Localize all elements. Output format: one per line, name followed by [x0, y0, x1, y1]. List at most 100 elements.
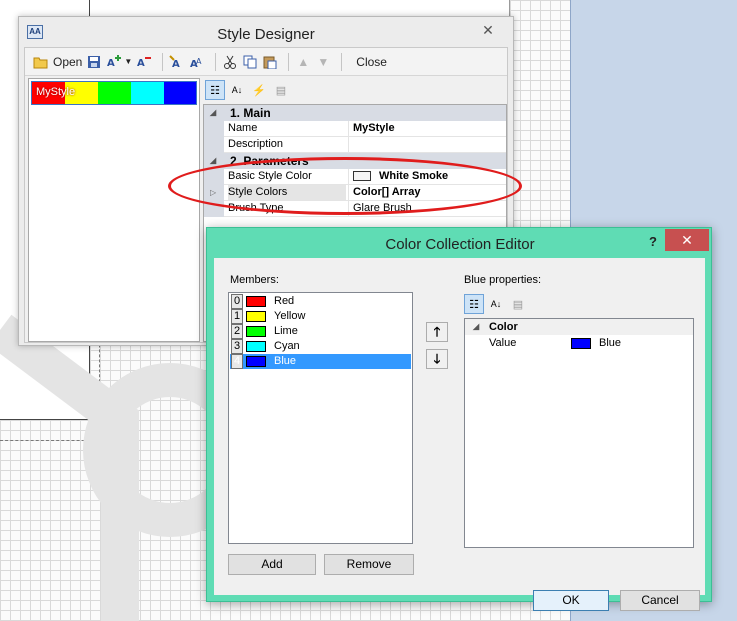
- member-color-swatch: [246, 296, 266, 307]
- watermark-logo: [0, 314, 230, 621]
- property-pages-button[interactable]: ▤: [271, 80, 291, 100]
- property-grid-toolbar: ☷ A↓ ⚡ ▤: [203, 78, 507, 102]
- close-icon[interactable]: ✕: [665, 229, 709, 251]
- move-up-button[interactable]: 🡑: [426, 322, 448, 342]
- property-row-description[interactable]: Description: [204, 137, 506, 153]
- style-list-item[interactable]: MyStyle: [31, 81, 197, 105]
- style-wizard-button[interactable]: A: [169, 51, 185, 73]
- svg-text:A: A: [107, 58, 115, 69]
- member-index: 3: [231, 339, 243, 354]
- row-gutter: [204, 121, 224, 137]
- dialog-client: Members: 0 Red 1 Yellow 2 Lime 3 Cyan 4 …: [214, 258, 705, 611]
- property-value[interactable]: [348, 137, 506, 153]
- member-name: Blue: [274, 355, 297, 367]
- remove-style-button[interactable]: A: [136, 51, 152, 73]
- open-button[interactable]: Open: [33, 51, 82, 73]
- help-icon[interactable]: ?: [643, 232, 663, 252]
- chevron-down-icon: ▼: [124, 57, 133, 66]
- move-up-toolbar-button[interactable]: ▲: [295, 51, 311, 73]
- arrow-up-icon: 🡑: [433, 324, 441, 339]
- property-row-value[interactable]: Value Blue: [465, 335, 693, 351]
- property-pages-icon: ▤: [512, 298, 524, 311]
- cancel-button[interactable]: Cancel: [620, 590, 700, 611]
- ok-button[interactable]: OK: [533, 590, 609, 611]
- category-color[interactable]: ◢ Color: [465, 319, 693, 335]
- duplicate-style-button[interactable]: AA: [189, 51, 205, 73]
- property-row-name[interactable]: Name MyStyle: [204, 121, 506, 137]
- alphabetical-view-button[interactable]: A↓: [486, 294, 506, 314]
- member-property-grid: ◢ Color Value Blue: [464, 318, 694, 548]
- toolbar-separator: [215, 52, 217, 71]
- category-main[interactable]: ◢ 1. Main: [204, 105, 506, 121]
- properties-toolbar: ☷ A↓ ▤: [464, 293, 554, 315]
- duplicate-style-icon: AA: [189, 54, 205, 70]
- member-index: 2: [231, 324, 243, 339]
- categorized-icon: ☷: [210, 84, 220, 97]
- close-button[interactable]: Close: [348, 51, 395, 73]
- properties-label: Blue properties:: [464, 274, 542, 286]
- dialog-title: Color Collection Editor: [385, 236, 535, 253]
- move-down-toolbar-button[interactable]: ▼: [315, 51, 331, 73]
- annotation-ellipse: [168, 157, 522, 215]
- alphabetical-view-button[interactable]: A↓: [227, 80, 247, 100]
- toolbar-separator: [288, 52, 290, 71]
- property-name: Value: [489, 337, 517, 349]
- toolbar-separator: [341, 52, 343, 71]
- color-swatch: [571, 338, 591, 349]
- remove-button[interactable]: Remove: [324, 554, 414, 575]
- property-name: Description: [228, 138, 284, 150]
- property-value[interactable]: MyStyle: [348, 121, 506, 137]
- member-name: Red: [274, 295, 295, 307]
- sort-alphabetical-icon: A↓: [231, 85, 243, 95]
- member-name: Cyan: [274, 340, 300, 352]
- categorized-icon: ☷: [469, 298, 479, 311]
- main-toolbar: Open A ▼ A A A A ▲ ▼ Close: [25, 48, 507, 76]
- lightning-icon: ⚡: [252, 84, 266, 97]
- categorized-view-button[interactable]: ☷: [205, 80, 225, 100]
- paste-button[interactable]: [262, 51, 278, 73]
- member-index: 0: [231, 294, 243, 309]
- copy-button[interactable]: [242, 51, 258, 73]
- cut-button[interactable]: [222, 51, 238, 73]
- scissors-icon: [222, 54, 238, 70]
- events-button[interactable]: ⚡: [249, 80, 269, 100]
- toolbar-separator: [162, 52, 164, 71]
- add-button[interactable]: Add: [228, 554, 316, 575]
- title-bar[interactable]: AA Style Designer ✕: [19, 17, 513, 47]
- add-style-dropdown-button[interactable]: A ▼: [106, 51, 132, 73]
- property-pages-button[interactable]: ▤: [508, 294, 528, 314]
- copy-icon: [242, 54, 258, 70]
- color-collection-editor-dialog: Color Collection Editor ? ✕ Members: 0 R…: [206, 227, 712, 611]
- member-item-selected[interactable]: 4 Blue: [230, 354, 411, 369]
- style-item-label: MyStyle: [36, 86, 76, 98]
- member-item[interactable]: 0 Red: [230, 294, 411, 309]
- categorized-view-button[interactable]: ☷: [464, 294, 484, 314]
- arrow-up-icon: ▲: [297, 54, 310, 69]
- window-title: Style Designer: [217, 26, 315, 43]
- member-index: 1: [231, 309, 243, 324]
- property-name: Name: [228, 122, 258, 134]
- collapse-triangle-icon: ◢: [473, 322, 480, 331]
- members-label: Members:: [230, 274, 279, 286]
- member-item[interactable]: 1 Yellow: [230, 309, 411, 324]
- wizard-style-icon: A: [169, 54, 185, 70]
- move-down-button[interactable]: 🡓: [426, 349, 448, 369]
- member-color-swatch: [246, 326, 266, 337]
- folder-open-icon: [33, 54, 49, 70]
- arrow-down-icon: ▼: [317, 54, 330, 69]
- svg-text:A: A: [196, 57, 202, 66]
- member-item[interactable]: 3 Cyan: [230, 339, 411, 354]
- members-list[interactable]: 0 Red 1 Yellow 2 Lime 3 Cyan 4 Blue: [228, 292, 413, 544]
- member-name: Lime: [274, 325, 298, 337]
- member-color-swatch: [246, 311, 266, 322]
- member-item[interactable]: 2 Lime: [230, 324, 411, 339]
- save-icon: [86, 54, 102, 70]
- close-icon[interactable]: ✕: [473, 20, 503, 40]
- member-color-swatch: [246, 356, 266, 367]
- style-color-swatch: [98, 82, 131, 104]
- save-button[interactable]: [86, 51, 102, 73]
- category-label: Color: [489, 321, 518, 333]
- property-value[interactable]: Blue: [599, 335, 621, 351]
- property-pages-icon: ▤: [275, 84, 287, 97]
- style-list-panel: MyStyle: [28, 78, 200, 342]
